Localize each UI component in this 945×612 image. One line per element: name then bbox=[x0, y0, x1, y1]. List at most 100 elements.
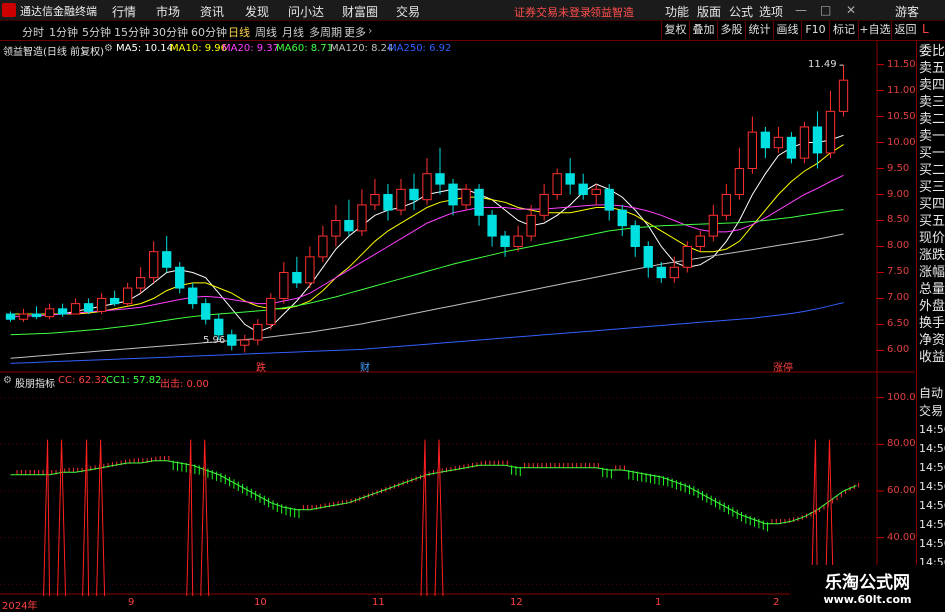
indicator-tick-label: 80.00 bbox=[887, 438, 916, 450]
period-monthly[interactable]: 月线 bbox=[282, 24, 304, 40]
candle-body bbox=[344, 219, 354, 232]
menu-faxian[interactable]: 发现 bbox=[245, 3, 269, 20]
period-30min[interactable]: 30分钟 bbox=[152, 24, 188, 40]
x-label-2: 2 bbox=[773, 597, 780, 608]
period-weekly[interactable]: 周线 bbox=[255, 24, 277, 40]
maximize-icon[interactable]: □ bbox=[820, 3, 831, 17]
out-spike bbox=[434, 439, 444, 597]
duogu-button[interactable]: 多股 bbox=[717, 21, 745, 39]
period-1min[interactable]: 1分钟 bbox=[49, 24, 78, 40]
guest-label[interactable]: 游客 bbox=[895, 3, 919, 20]
period-daily[interactable]: 日线 bbox=[228, 24, 250, 40]
period-multi[interactable]: 多周期 bbox=[309, 24, 342, 40]
candle-body bbox=[305, 256, 315, 284]
candle-body bbox=[201, 303, 211, 320]
close-icon[interactable]: ✕ bbox=[846, 3, 856, 17]
menu-shichang[interactable]: 市场 bbox=[156, 3, 180, 20]
candle-body bbox=[18, 313, 29, 320]
fuquan-button[interactable]: 复权 bbox=[661, 21, 689, 39]
stock-header: 领益智造(日线 前复权) bbox=[3, 47, 104, 58]
huaxian-button[interactable]: 画线 bbox=[773, 21, 801, 39]
candle-body bbox=[461, 188, 471, 206]
biaoji-button[interactable]: 标记 bbox=[829, 21, 858, 39]
add-watchlist-button[interactable]: +自选 bbox=[858, 21, 891, 39]
candle-body bbox=[162, 251, 172, 268]
candle-body bbox=[396, 188, 406, 211]
period-5min[interactable]: 5分钟 bbox=[82, 24, 111, 40]
indicator-settings-icon[interactable]: ⚙ bbox=[3, 375, 12, 386]
indicator-tick-label: 60.00 bbox=[887, 485, 916, 496]
quote-item: 买二 bbox=[919, 163, 945, 178]
menu-zixun[interactable]: 资讯 bbox=[200, 3, 224, 20]
candle-body bbox=[591, 188, 601, 196]
price-tick-label: 6.00 bbox=[887, 344, 910, 356]
menu-wenxiaoda[interactable]: 问小达 bbox=[288, 3, 324, 20]
quote-panel: 委比 卖五 卖四 卖三 卖二 卖一 买一 买二 买三 买四 买五 现价 涨跌 涨幅 总量 外盘 换手 净资 收益 自动… bbox=[916, 41, 945, 609]
settings-gear-icon[interactable]: ⚙ bbox=[104, 43, 113, 54]
indicator-name: 股朋指标 bbox=[15, 379, 55, 390]
chart-canvas[interactable] bbox=[0, 41, 915, 609]
candle-body bbox=[57, 308, 68, 315]
price-tick-label: 10.00 bbox=[887, 136, 916, 148]
period-more[interactable]: 更多 bbox=[344, 24, 366, 40]
out-spike bbox=[82, 439, 90, 597]
menu-banmian[interactable]: 版面 bbox=[697, 3, 721, 20]
chart-area[interactable]: 领益智造(日线 前复权) ⚙ MA5: 10.14 MA10: 9.96 MA2… bbox=[0, 41, 916, 612]
period-fenshi[interactable]: 分时 bbox=[22, 24, 44, 40]
candle-body bbox=[135, 277, 146, 289]
candle-body bbox=[552, 173, 562, 196]
period-15min[interactable]: 15分钟 bbox=[114, 24, 150, 40]
menu-xuanxiang[interactable]: 选项 bbox=[759, 3, 783, 20]
candle-body bbox=[747, 131, 758, 170]
period-60min[interactable]: 60分钟 bbox=[191, 24, 227, 40]
tongji-button[interactable]: 统计 bbox=[745, 21, 773, 39]
candle-body bbox=[773, 136, 784, 149]
quote-item: 卖三 bbox=[919, 95, 945, 110]
menu-jiaoyi[interactable]: 交易 bbox=[396, 3, 420, 20]
trade-item[interactable]: 自动 bbox=[919, 384, 945, 401]
quote-item: 收益 bbox=[919, 350, 945, 365]
candle-body bbox=[695, 235, 705, 247]
candle-body bbox=[227, 334, 237, 346]
candle-body bbox=[175, 266, 185, 289]
candle-body bbox=[188, 287, 198, 305]
x-label-2024: 2024年 bbox=[2, 601, 38, 612]
candle-body bbox=[617, 209, 627, 227]
candle-body bbox=[448, 183, 458, 206]
candle-body bbox=[279, 271, 289, 299]
back-button[interactable]: 返回 bbox=[891, 21, 919, 39]
candle-body bbox=[669, 266, 679, 279]
ma-line-ma60 bbox=[10, 209, 844, 336]
menu-hangqing[interactable]: 行情 bbox=[112, 3, 136, 20]
candle-body bbox=[656, 266, 666, 279]
menu-gongneng[interactable]: 功能 bbox=[665, 3, 689, 20]
minimize-icon[interactable]: — bbox=[795, 3, 807, 17]
quote-item: 现价 bbox=[919, 231, 945, 246]
trade-item[interactable]: 交易 bbox=[919, 402, 945, 419]
time-item: 14:56 bbox=[919, 499, 945, 512]
candle-body bbox=[31, 313, 42, 318]
time-item: 14:56 bbox=[919, 442, 945, 455]
f10-button[interactable]: F10 bbox=[801, 21, 829, 39]
out-spike bbox=[420, 439, 428, 597]
candle-body bbox=[253, 323, 263, 341]
indicator-tick-label: 100.0 bbox=[887, 391, 916, 403]
candle-body bbox=[5, 313, 16, 320]
price-tick-label: 8.50 bbox=[887, 214, 910, 226]
login-notice[interactable]: 证券交易未登录 bbox=[514, 4, 591, 20]
menu-gongshi[interactable]: 公式 bbox=[729, 3, 753, 20]
quote-item: 卖一 bbox=[919, 129, 945, 144]
candle-body bbox=[812, 126, 823, 154]
candle-body bbox=[630, 225, 640, 247]
indicator-out: 出击: 0.00 bbox=[160, 379, 209, 390]
price-tick-label: 8.00 bbox=[887, 240, 910, 252]
menu-caifuquan[interactable]: 财富圈 bbox=[342, 3, 378, 20]
low-price-label: 5.96 bbox=[203, 335, 226, 346]
time-item: 14:56 bbox=[919, 537, 945, 550]
candle-body bbox=[266, 297, 276, 325]
candle-body bbox=[539, 194, 549, 216]
candle-body bbox=[357, 204, 367, 232]
quote-item: 卖五 bbox=[919, 61, 945, 76]
out-spike bbox=[96, 439, 106, 597]
diejia-button[interactable]: 叠加 bbox=[689, 21, 717, 39]
